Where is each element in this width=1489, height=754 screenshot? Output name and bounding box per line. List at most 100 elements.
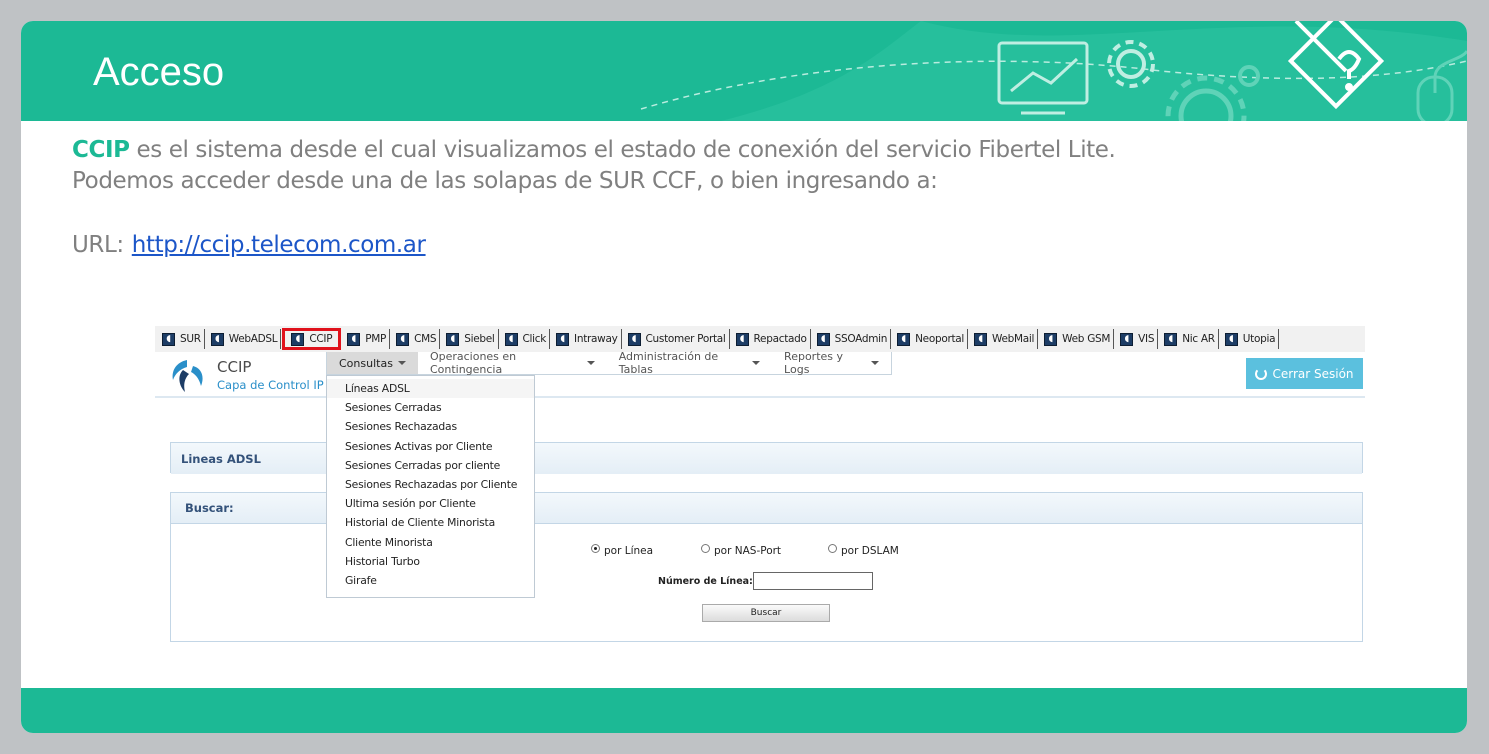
consultas-dropdown: Líneas ADSL Sesiones Cerradas Sesiones Rec…: [326, 375, 535, 598]
dropdown-item[interactable]: Ultima sesión por Cliente: [327, 494, 534, 513]
menu-administracion-label: Administración de Tablas: [618, 350, 719, 376]
app-tab-intraway[interactable]: ◖ Intraway: [553, 329, 622, 349]
radio-por-nas-port-label: por NAS-Port: [714, 545, 782, 557]
app-tab-label: SSOAdmin: [834, 333, 888, 345]
app-tab-icon: ◖: [897, 332, 911, 346]
slide-header: Acceso: [21, 21, 1467, 121]
numero-de-linea-input[interactable]: [753, 572, 873, 590]
ccip-brand-name: CCIP: [217, 358, 252, 376]
app-tab-icon: ◖: [556, 332, 570, 346]
radio-button[interactable]: [701, 543, 710, 553]
chevron-down-icon: [752, 361, 761, 365]
dropdown-item[interactable]: Sesiones Activas por Cliente: [327, 437, 534, 456]
ccip-brand-text: CCIP Capa de Control IP: [217, 358, 324, 392]
app-tab-label: Click: [522, 333, 547, 345]
app-tab-icon: ◖: [210, 332, 224, 346]
ccip-brand-subtitle: Capa de Control IP: [217, 378, 324, 392]
ccip-screenshot: ◖ SUR ◖ WebADSL ◖ CCIP ◖ PMP ◖ CMS ◖ Siebel ◖ Click ◖ I…: [155, 326, 1365, 648]
app-tab-icon: ◖: [1224, 332, 1238, 346]
logout-label: Cerrar Sesión: [1272, 366, 1354, 381]
slide-title: Acceso: [93, 50, 225, 94]
ccip-brand: CCIP Capa de Control IP: [169, 356, 324, 394]
menu-administracion-de-tablas[interactable]: Administración de Tablas: [607, 350, 772, 376]
app-tab-web-gsm[interactable]: ◖ Web GSM: [1041, 329, 1115, 349]
app-tab-label: WebMail: [992, 333, 1035, 345]
dropdown-item[interactable]: Historial de Cliente Minorista: [327, 513, 534, 532]
app-tab-label: Repactado: [753, 333, 807, 345]
radio-button[interactable]: [828, 543, 837, 553]
app-tab-label: CCIP: [309, 333, 333, 345]
app-tab-nic-ar[interactable]: ◖ Nic AR: [1161, 329, 1219, 349]
intro-line-2: Podemos acceder desde una de las solapas…: [72, 168, 938, 194]
app-tab-webmail[interactable]: ◖ WebMail: [971, 329, 1039, 349]
logout-button[interactable]: Cerrar Sesión: [1246, 358, 1363, 389]
app-tab-icon: ◖: [1120, 332, 1134, 346]
app-tab-icon: ◖: [504, 332, 518, 346]
menu-operaciones-en-contingencia[interactable]: Operaciones en Contingencia: [418, 350, 607, 376]
app-tab-neoportal[interactable]: ◖ Neoportal: [894, 329, 969, 349]
app-tab-label: WebADSL: [228, 333, 278, 345]
app-tab-ssoadmin[interactable]: ◖ SSOAdmin: [814, 329, 892, 349]
ccip-url-link[interactable]: http://ccip.telecom.com.ar: [132, 232, 426, 258]
app-tab-label: Siebel: [464, 333, 495, 345]
app-tab-label: CMS: [414, 333, 437, 345]
app-tab-icon: ◖: [816, 332, 830, 346]
power-icon: [1255, 367, 1268, 380]
app-tab-label: Customer Portal: [645, 333, 726, 345]
app-tab-webadsl[interactable]: ◖ WebADSL: [208, 329, 282, 349]
dropdown-item[interactable]: Girafe: [327, 571, 534, 590]
app-tab-label: SUR: [180, 333, 201, 345]
app-tab-icon: ◖: [162, 332, 175, 346]
slide-footer: [21, 688, 1467, 733]
dropdown-item[interactable]: Sesiones Rechazadas: [327, 417, 534, 436]
radio-button-checked[interactable]: [591, 543, 600, 553]
ccip-highlight: CCIP: [72, 137, 130, 163]
radio-por-linea-label: por Línea: [604, 545, 654, 557]
intro-text: CCIP es el sistema desde el cual visuali…: [72, 135, 1116, 197]
url-label: URL:: [72, 232, 124, 258]
radio-por-dslam[interactable]: por DSLAM: [828, 543, 899, 557]
radio-por-linea[interactable]: por Línea: [591, 543, 654, 557]
dropdown-item[interactable]: Líneas ADSL: [327, 379, 534, 399]
app-tab-icon: ◖: [291, 332, 305, 346]
dropdown-item[interactable]: Sesiones Rechazadas por Cliente: [327, 475, 534, 494]
app-tab-label: Intraway: [574, 333, 618, 345]
app-tab-icon: ◖: [974, 332, 988, 346]
app-tab-ccip[interactable]: ◖ CCIP: [282, 328, 342, 350]
app-tab-icon: ◖: [396, 332, 410, 346]
app-tab-label: Nic AR: [1182, 333, 1215, 345]
app-tab-cms[interactable]: ◖ CMS: [393, 329, 441, 349]
app-tab-icon: ◖: [446, 332, 460, 346]
dropdown-item[interactable]: Sesiones Cerradas: [327, 398, 534, 417]
app-tab-label: Web GSM: [1062, 333, 1111, 345]
menu-reportes-y-logs[interactable]: Reportes y Logs: [772, 350, 891, 376]
app-tab-bar: ◖ SUR ◖ WebADSL ◖ CCIP ◖ PMP ◖ CMS ◖ Siebel ◖ Click ◖ I…: [155, 326, 1365, 352]
app-tab-pmp[interactable]: ◖ PMP: [344, 329, 391, 349]
app-tab-label: PMP: [365, 333, 387, 345]
ccip-menu-bar: Consultas Operaciones en Contingencia Ad…: [326, 350, 892, 376]
app-tab-siebel[interactable]: ◖ Siebel: [443, 329, 499, 349]
radio-por-dslam-label: por DSLAM: [841, 545, 899, 557]
app-tab-sur[interactable]: ◖ SUR: [159, 329, 205, 349]
radio-por-nas-port[interactable]: por NAS-Port: [701, 543, 782, 557]
app-tab-icon: ◖: [1164, 332, 1178, 346]
ccip-logo-icon: [169, 356, 211, 394]
app-tab-vis[interactable]: ◖ VIS: [1117, 329, 1159, 349]
app-tab-customer-portal[interactable]: ◖ Customer Portal: [625, 329, 730, 349]
app-tab-label: Utopia: [1242, 333, 1276, 345]
dropdown-item[interactable]: Sesiones Cerradas por cliente: [327, 456, 534, 475]
dropdown-item[interactable]: Historial Turbo: [327, 552, 534, 571]
menu-operaciones-label: Operaciones en Contingencia: [429, 350, 517, 376]
app-tab-icon: ◖: [735, 332, 749, 346]
app-tab-icon: ◖: [347, 332, 361, 346]
chevron-down-icon: [871, 361, 879, 365]
buscar-button[interactable]: Buscar: [702, 604, 830, 622]
chevron-down-icon: [397, 361, 406, 365]
app-tab-utopia[interactable]: ◖ Utopia: [1222, 329, 1280, 349]
app-tab-label: VIS: [1138, 333, 1155, 345]
menu-consultas[interactable]: Consultas: [327, 352, 418, 374]
app-tab-repactado[interactable]: ◖ Repactado: [733, 329, 811, 349]
dropdown-item[interactable]: Cliente Minorista: [327, 533, 534, 552]
menu-consultas-label: Consultas: [339, 356, 393, 370]
app-tab-click[interactable]: ◖ Click: [502, 329, 551, 349]
